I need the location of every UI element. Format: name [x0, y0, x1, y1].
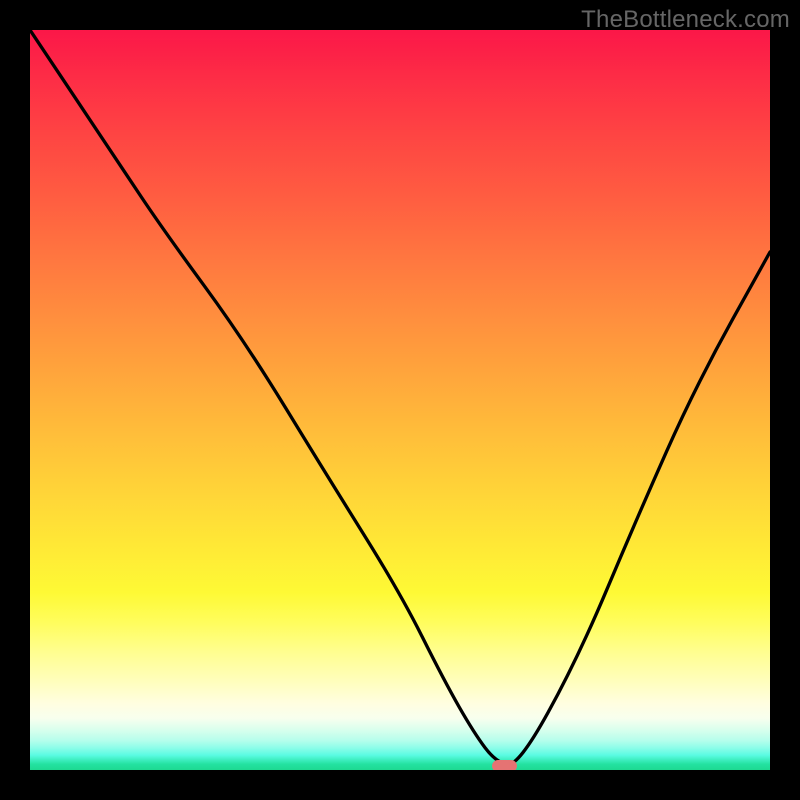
attribution-watermark: TheBottleneck.com — [581, 6, 790, 34]
optimal-marker — [492, 760, 517, 770]
bottleneck-curve — [30, 30, 770, 770]
plot-area — [30, 30, 770, 770]
chart-container: TheBottleneck.com — [0, 0, 800, 800]
